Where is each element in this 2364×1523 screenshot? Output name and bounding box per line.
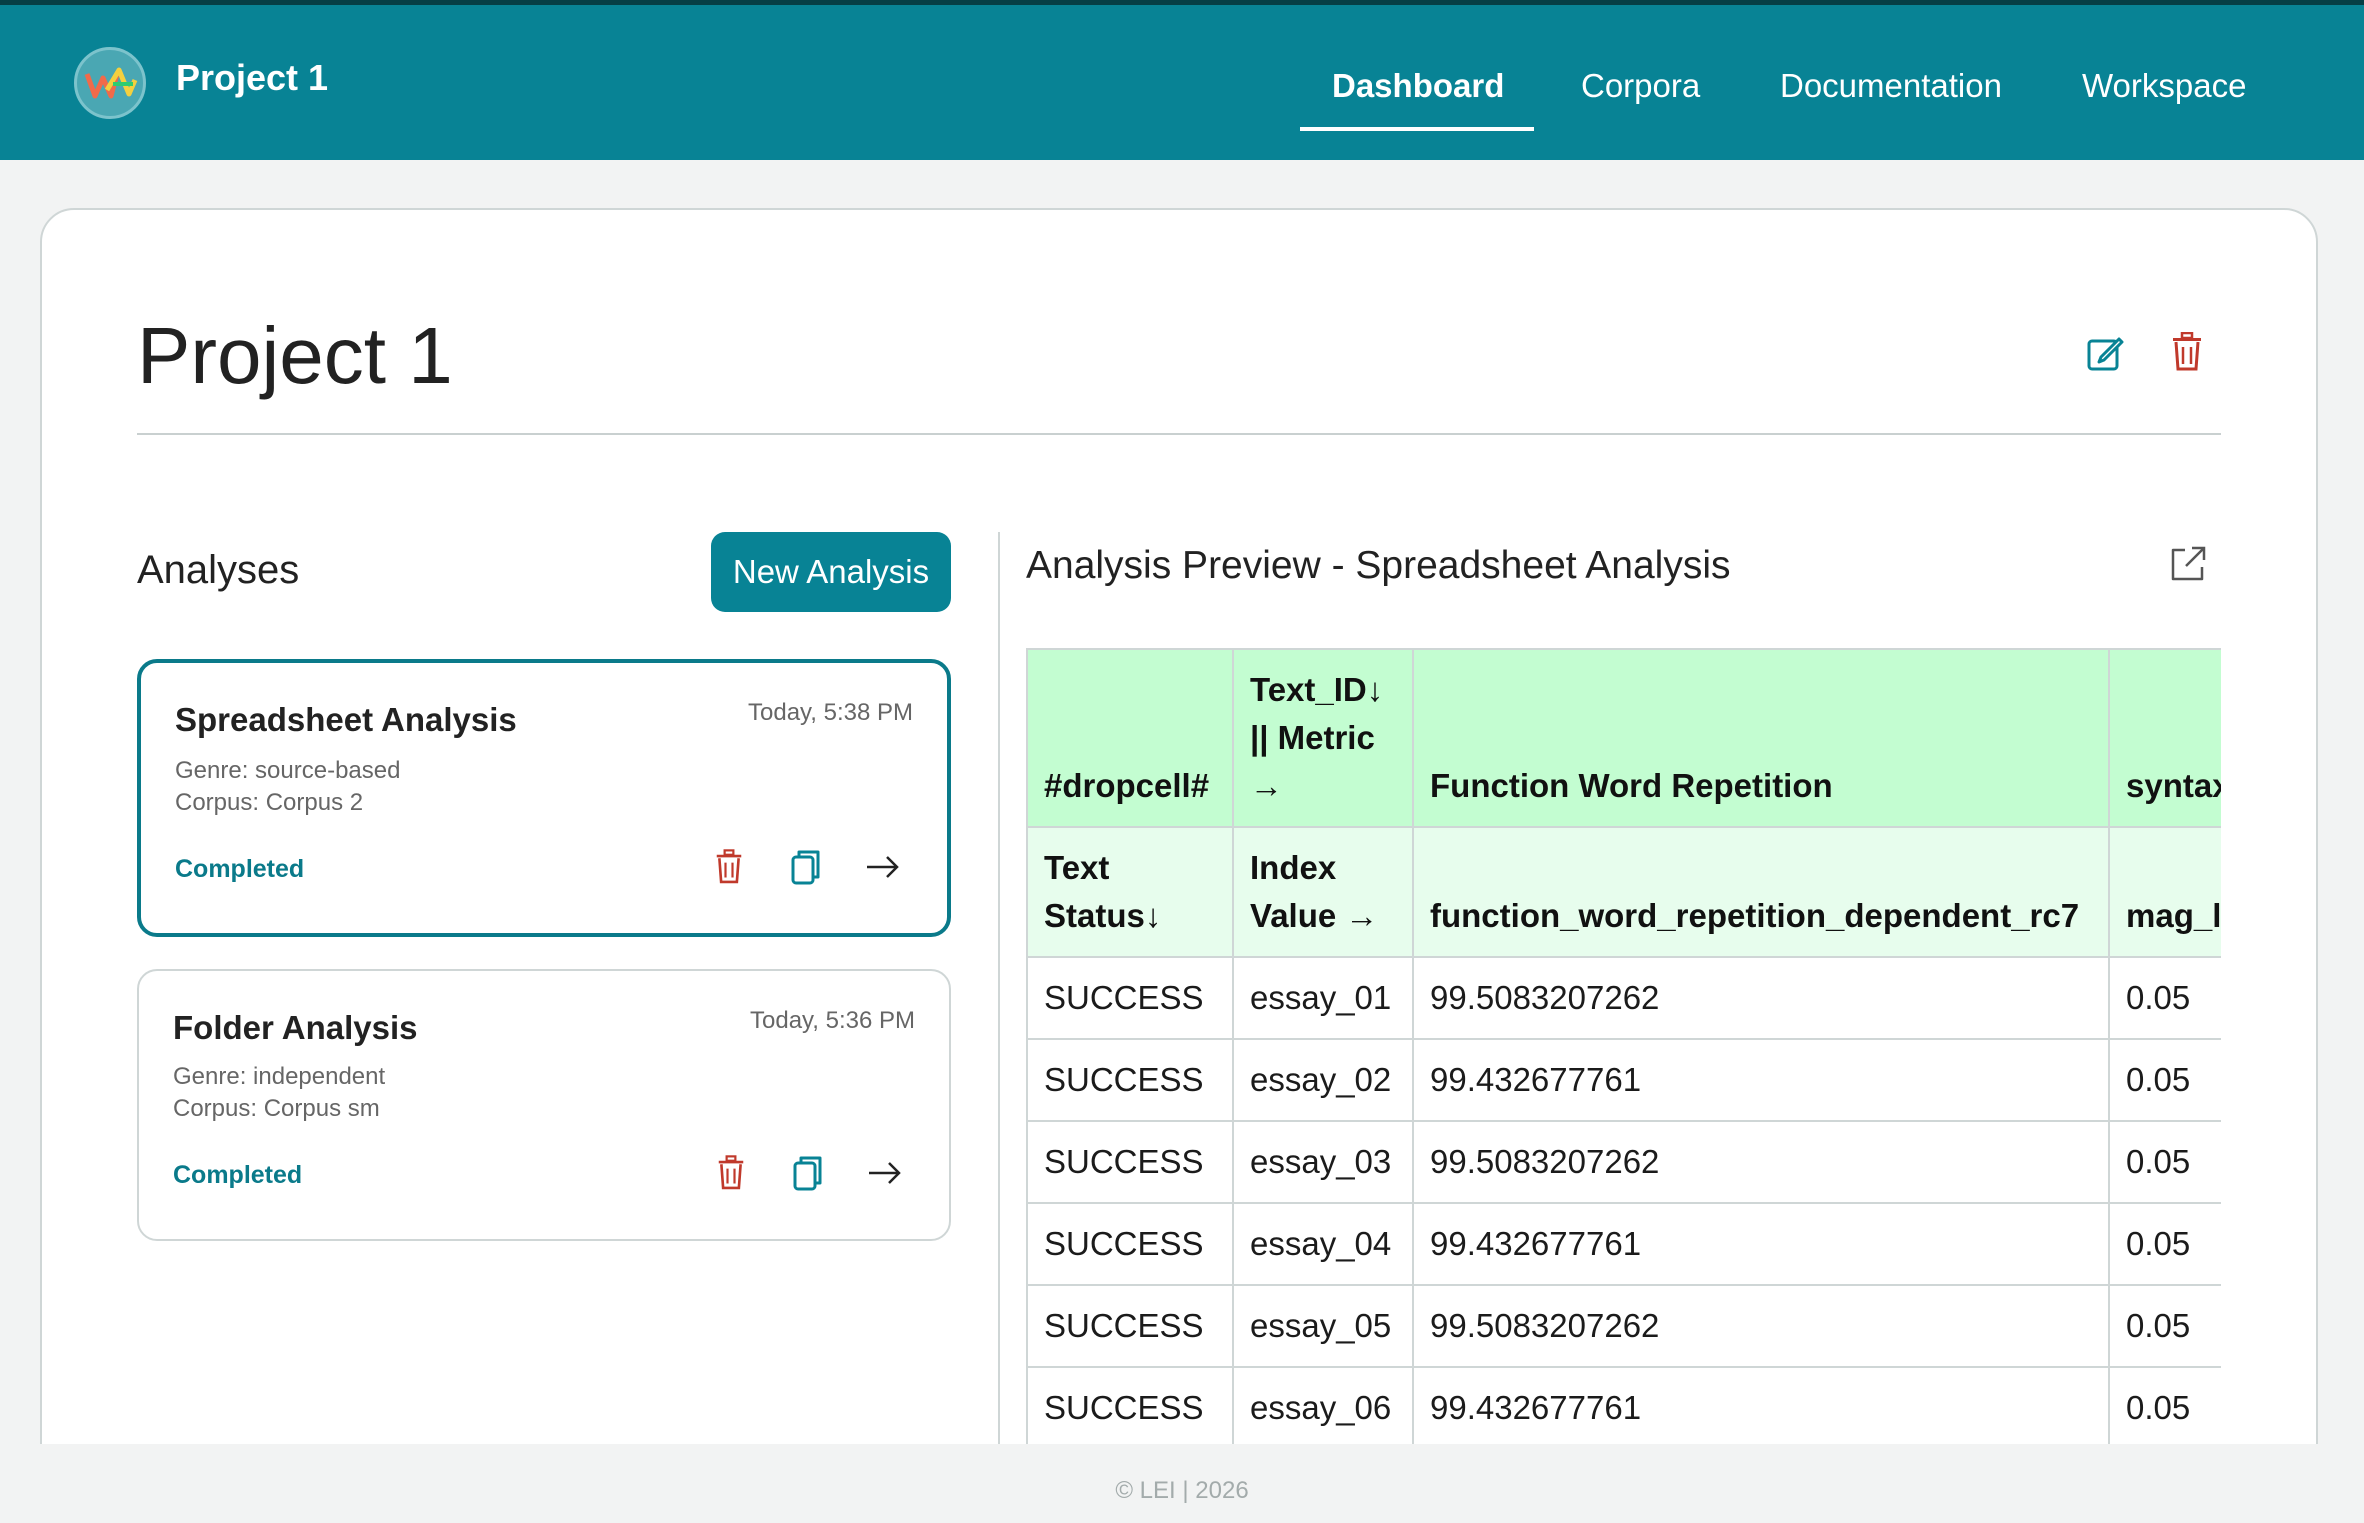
preview-table: #dropcell# Text_ID↓ || Metric → Function…: [1026, 648, 2221, 1444]
analysis-corpus: Corpus: Corpus 2: [175, 789, 364, 816]
nav-active-indicator: [1300, 127, 1534, 131]
column-header: Text_ID↓ || Metric →: [1232, 648, 1414, 828]
analysis-card-folder[interactable]: Folder Analysis Today, 5:36 PM Genre: in…: [137, 969, 951, 1241]
title-divider: [137, 433, 2221, 435]
table-cell: SUCCESS: [1026, 1202, 1234, 1286]
analysis-genre: Genre: independent: [173, 1063, 386, 1090]
trash-icon[interactable]: [715, 849, 743, 890]
table-subheader-row: Text Status↓ Index Value → function_word…: [1026, 826, 2221, 958]
table-row: SUCCESS essay_06 99.432677761 0.05: [1026, 1366, 2221, 1444]
table-cell: essay_06: [1232, 1366, 1414, 1444]
table-cell: SUCCESS: [1026, 1120, 1234, 1204]
column-subheader: mag_l: [2108, 826, 2221, 958]
column-subheader: Text Status↓: [1026, 826, 1234, 958]
analysis-title: Spreadsheet Analysis: [175, 701, 517, 738]
column-header: #dropcell#: [1026, 648, 1234, 828]
table-cell: 99.432677761: [1412, 1366, 2110, 1444]
column-subheader: Index Value →: [1232, 826, 1414, 958]
preview-table-container[interactable]: #dropcell# Text_ID↓ || Metric → Function…: [1026, 648, 2221, 1444]
table-cell: essay_02: [1232, 1038, 1414, 1122]
table-cell: 99.5083207262: [1412, 1284, 2110, 1368]
page-title: Project 1: [137, 311, 453, 400]
analysis-genre: Genre: source-based: [175, 757, 401, 784]
analysis-status: Completed: [173, 1161, 303, 1189]
analysis-title: Folder Analysis: [173, 1009, 418, 1046]
nav-workspace[interactable]: Workspace: [2082, 67, 2246, 105]
nav-corpora[interactable]: Corpora: [1581, 67, 1700, 105]
brand-title[interactable]: Project 1: [176, 57, 328, 99]
analysis-corpus: Corpus: Corpus sm: [173, 1095, 380, 1122]
table-cell: essay_04: [1232, 1202, 1414, 1286]
external-link-icon[interactable]: [2168, 544, 2208, 589]
table-row: SUCCESS essay_05 99.5083207262 0.05: [1026, 1284, 2221, 1368]
table-header-row: #dropcell# Text_ID↓ || Metric → Function…: [1026, 648, 2221, 828]
table-cell: SUCCESS: [1026, 1366, 1234, 1444]
top-navbar: Project 1 Dashboard Corpora Documentatio…: [0, 0, 2364, 160]
table-row: SUCCESS essay_03 99.5083207262 0.05: [1026, 1120, 2221, 1204]
column-divider: [998, 532, 1000, 1444]
table-cell: 0.05: [2108, 1284, 2221, 1368]
table-row: SUCCESS essay_02 99.432677761 0.05: [1026, 1038, 2221, 1122]
copy-icon[interactable]: [791, 849, 821, 890]
copyright-text: © LEI | 2026: [1115, 1477, 1249, 1504]
table-cell: 0.05: [2108, 1202, 2221, 1286]
table-cell: 99.432677761: [1412, 1202, 2110, 1286]
table-cell: 99.5083207262: [1412, 956, 2110, 1040]
arrow-right-icon[interactable]: [865, 853, 901, 886]
nav-documentation[interactable]: Documentation: [1780, 67, 2002, 105]
analysis-card-spreadsheet[interactable]: Spreadsheet Analysis Today, 5:38 PM Genr…: [137, 659, 951, 937]
arrow-right-icon[interactable]: [867, 1159, 903, 1192]
table-cell: essay_05: [1232, 1284, 1414, 1368]
preview-title: Analysis Preview - Spreadsheet Analysis: [1026, 544, 1731, 587]
nav-dashboard[interactable]: Dashboard: [1332, 67, 1504, 105]
column-header: syntax: [2108, 648, 2221, 828]
table-cell: SUCCESS: [1026, 1038, 1234, 1122]
table-cell: 0.05: [2108, 1038, 2221, 1122]
table-cell: 0.05: [2108, 1120, 2221, 1204]
trash-icon[interactable]: [717, 1155, 745, 1196]
table-cell: SUCCESS: [1026, 1284, 1234, 1368]
table-cell: 99.432677761: [1412, 1038, 2110, 1122]
analysis-time: Today, 5:38 PM: [748, 699, 913, 726]
column-header: Function Word Repetition: [1412, 648, 2110, 828]
analysis-time: Today, 5:36 PM: [750, 1007, 915, 1034]
analysis-status: Completed: [175, 855, 305, 883]
table-cell: essay_03: [1232, 1120, 1414, 1204]
table-row: SUCCESS essay_01 99.5083207262 0.05: [1026, 956, 2221, 1040]
table-cell: 0.05: [2108, 956, 2221, 1040]
column-subheader: function_word_repetition_dependent_rc7: [1412, 826, 2110, 958]
table-cell: essay_01: [1232, 956, 1414, 1040]
new-analysis-button[interactable]: New Analysis: [711, 532, 951, 612]
analyses-heading: Analyses: [137, 548, 300, 592]
table-cell: 99.5083207262: [1412, 1120, 2110, 1204]
copy-icon[interactable]: [793, 1155, 823, 1196]
table-cell: SUCCESS: [1026, 956, 1234, 1040]
trash-icon[interactable]: [2171, 331, 2203, 377]
table-row: SUCCESS essay_04 99.432677761 0.05: [1026, 1202, 2221, 1286]
table-cell: 0.05: [2108, 1366, 2221, 1444]
logo-icon[interactable]: [74, 47, 146, 119]
edit-icon[interactable]: [2086, 334, 2124, 377]
